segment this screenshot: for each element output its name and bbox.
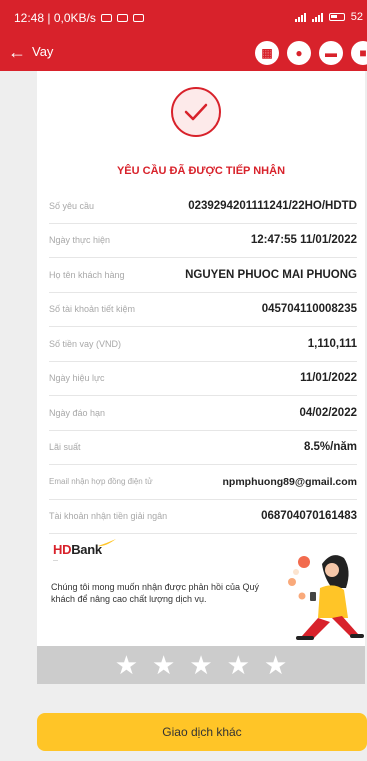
- star-icon[interactable]: ★: [227, 652, 250, 678]
- other-transaction-label: Giao dịch khác: [162, 725, 242, 739]
- check-icon: [171, 87, 221, 137]
- detail-row: Ngày hiệu lực 11/01/2022: [49, 362, 357, 396]
- app-bar: ← Vay ▦ ● ▬ ■: [0, 36, 367, 71]
- status-time: 12:48 | 0,0KB/s: [14, 11, 96, 25]
- bell-icon[interactable]: ●: [287, 41, 311, 65]
- detail-label: Ngày đáo hạn: [49, 407, 106, 418]
- signal-icon: [294, 12, 306, 22]
- page-title: Vay: [32, 44, 54, 59]
- detail-value: 068704070161483: [261, 510, 357, 523]
- detail-row: Số tiền vay (VND) 1,110,111: [49, 327, 357, 362]
- detail-label: Ngày thực hiện: [49, 235, 111, 246]
- battery-icon: [328, 13, 345, 21]
- message-icon: [132, 14, 144, 22]
- star-icon[interactable]: ★: [189, 652, 212, 678]
- logo-swoosh-icon: [98, 539, 116, 547]
- detail-row: Lãi suất 8.5%/năm: [49, 431, 357, 465]
- detail-label: Lãi suất: [49, 442, 81, 453]
- other-transaction-button[interactable]: Giao dịch khác: [37, 713, 367, 751]
- notification-icon: [100, 14, 112, 22]
- person-with-phone-illustration: [288, 555, 364, 640]
- arrow-left-icon[interactable]: ←: [8, 42, 26, 62]
- detail-label: Tài khoản nhận tiền giải ngân: [49, 511, 168, 522]
- gift-icon[interactable]: ■: [351, 41, 367, 65]
- detail-row: Số yêu cầu 0239294201111241/22HO/HDTD: [49, 189, 357, 224]
- star-icon[interactable]: ★: [152, 652, 175, 678]
- detail-label: Số tiền vay (VND): [49, 338, 122, 349]
- detail-label: Họ tên khách hàng: [49, 269, 125, 280]
- receipt-card: YÊU CẦU ĐÃ ĐƯỢC TIẾP NHẬN Số yêu cầu 0239…: [37, 71, 365, 684]
- detail-row: Số tài khoản tiết kiệm 045704110008235: [49, 293, 357, 327]
- detail-value: 11/01/2022: [300, 372, 357, 385]
- detail-row: Tài khoản nhận tiền giải ngân 06870407016…: [49, 500, 357, 534]
- detail-value: 12:47:55 11/01/2022: [250, 234, 357, 247]
- detail-value: npmphuong89@gmail.com: [222, 475, 358, 488]
- detail-value: NGUYEN PHUOC MAI PHUONG: [185, 268, 357, 281]
- detail-value: 04/02/2022: [299, 406, 357, 419]
- detail-value: 045704110008235: [261, 303, 357, 316]
- detail-value: 0239294201111241/22HO/HDTD: [188, 199, 357, 212]
- hdbank-logo: HDBank —: [53, 539, 116, 564]
- detail-row: Họ tên khách hàng NGUYEN PHUOC MAI PHUONG: [49, 258, 357, 293]
- detail-row: Email nhận hợp đồng điện tử npmphuong89@g…: [49, 465, 357, 500]
- detail-row: Ngày đáo hạn 04/02/2022: [49, 396, 357, 431]
- detail-label: Ngày hiệu lực: [49, 373, 105, 384]
- rating-bar: ★ ★ ★ ★ ★: [37, 646, 365, 684]
- detail-value: 1,110,111: [307, 337, 357, 350]
- detail-label: Email nhận hợp đồng điện tử: [49, 477, 153, 487]
- detail-row: Ngày thực hiện 12:47:55 11/01/2022: [49, 224, 357, 258]
- star-icon[interactable]: ★: [115, 652, 138, 678]
- message-icon: [116, 14, 128, 22]
- feedback-text: Chúng tôi mong muốn nhận được phản hồi c…: [51, 582, 260, 604]
- chat-icon[interactable]: ▬: [319, 41, 343, 65]
- detail-label: Số yêu cầu: [49, 200, 95, 211]
- detail-value: 8.5%/năm: [303, 441, 357, 454]
- signal-icon: [311, 12, 323, 22]
- star-icon[interactable]: ★: [264, 652, 287, 678]
- success-title: YÊU CẦU ĐÃ ĐƯỢC TIẾP NHẬN: [116, 165, 286, 177]
- status-bar: 12:48 | 0,0KB/s 52: [0, 0, 367, 36]
- detail-label: Số tài khoản tiết kiệm: [49, 304, 136, 315]
- qr-icon[interactable]: ▦: [255, 41, 279, 65]
- details-list: Số yêu cầu 0239294201111241/22HO/HDTD Ngà…: [37, 189, 365, 534]
- battery-level: 52: [350, 11, 363, 23]
